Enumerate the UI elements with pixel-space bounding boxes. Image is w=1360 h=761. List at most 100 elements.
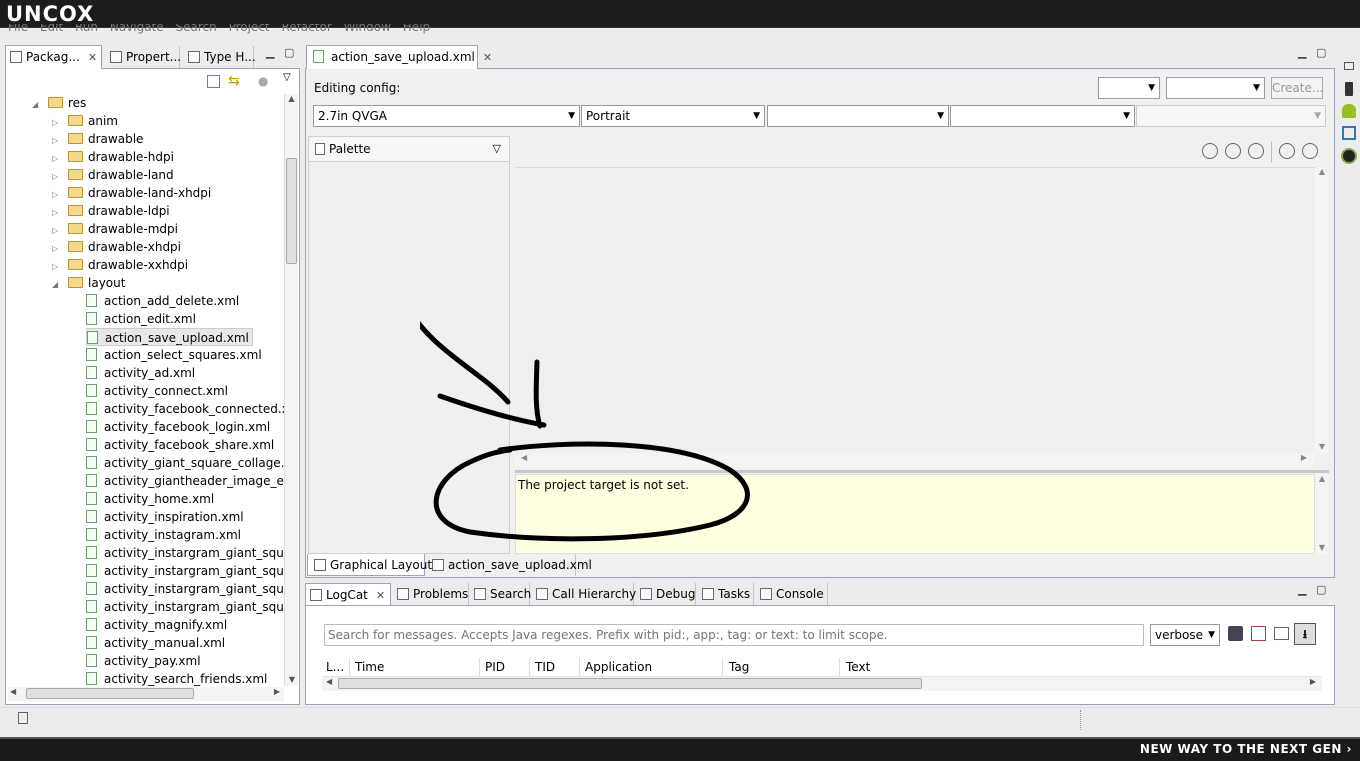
logcat-horizontal-scrollbar[interactable]: ◀ ▶ [322,677,1322,691]
tree-horizontal-scrollbar[interactable]: ◀ ▶ [8,687,284,701]
menu-refactor[interactable]: Refactor [281,24,331,34]
scroll-thumb[interactable] [26,688,194,699]
tree-item-folder[interactable]: ▷ drawable-hdpi [52,148,174,166]
tree-item-file[interactable]: activity_magnify.xml [86,616,227,634]
message-scrollbar[interactable]: ▲ ▼ [1315,474,1329,554]
android-icon[interactable] [1342,104,1356,118]
tree-item-folder[interactable]: ▷ drawable-land [52,166,174,184]
tree-item-res[interactable]: ◢ res [32,94,86,112]
tree-item-file[interactable]: activity_facebook_share.xml [86,436,274,454]
tree-item-file[interactable]: activity_connect.xml [86,382,228,400]
tab-debug[interactable]: Debug [636,583,696,605]
tree-item-file[interactable]: activity_instargram_giant_square. [86,598,284,616]
config-combo-2[interactable]: ▼ [1166,77,1265,99]
tab-type-hierarchy[interactable]: Type H... [182,46,256,68]
tree-item-layout[interactable]: ◢ layout [52,274,125,292]
tab-tasks[interactable]: Tasks [698,583,754,605]
column-tag[interactable]: Tag [729,660,749,674]
tree-item-folder[interactable]: ▷ drawable-xhdpi [52,238,181,256]
zoom-real-size-icon[interactable] [1202,143,1218,159]
layout-canvas[interactable] [515,167,1315,453]
zoom-fit-icon[interactable] [1225,143,1241,159]
tree-item-file[interactable]: activity_instargram_giant_square_ [86,562,284,580]
scroll-down-icon[interactable]: ▼ [1315,543,1329,552]
column-tid[interactable]: TID [535,660,555,674]
menu-navigate[interactable]: Navigate [110,24,164,34]
menu-edit[interactable]: Edit [40,24,63,34]
tab-editor-file[interactable]: action_save_upload.xml ✕ [306,45,492,69]
scroll-up-icon[interactable]: ▲ [285,94,298,103]
minimize-icon[interactable]: ▁ [1298,46,1306,59]
menu-file[interactable]: File [8,24,28,34]
scroll-left-icon[interactable]: ◀ [521,453,527,462]
scroll-thumb[interactable] [286,158,297,264]
tab-call-hierarchy[interactable]: Call Hierarchy [532,583,636,605]
theme-select[interactable]: ▼ [767,105,949,127]
tree-item-folder[interactable]: ▷ drawable-land-xhdpi [52,184,211,202]
tree-item-file[interactable]: action_add_delete.xml [86,292,239,310]
close-icon[interactable]: ✕ [88,51,97,64]
tree-item-file[interactable]: activity_facebook_connected.xml [86,400,284,418]
expanded-arrow-icon[interactable]: ◢ [52,276,62,294]
tree-item-file[interactable]: activity_giantheader_image_editc [86,472,284,490]
scroll-down-icon[interactable]: ▼ [1315,442,1329,451]
ddms-icon[interactable] [1341,148,1357,164]
scroll-up-icon[interactable]: ▲ [1315,167,1329,176]
tab-search[interactable]: Search [470,583,531,605]
column-level[interactable]: L... [326,660,344,674]
canvas-vertical-scrollbar[interactable]: ▲ ▼ [1315,167,1329,453]
tab-xml-source[interactable]: action_save_upload.xml [426,554,592,576]
scroll-lock-icon[interactable]: ⭳ [1294,623,1316,645]
maximize-icon[interactable]: ▢ [284,46,294,59]
menu-help[interactable]: Help [403,24,430,34]
canvas-horizontal-scrollbar[interactable]: ◀ ▶ [515,453,1315,467]
tree-item-folder[interactable]: ▷ drawable-mdpi [52,220,178,238]
scroll-left-icon[interactable]: ◀ [326,677,332,686]
scroll-right-icon[interactable]: ▶ [1310,677,1316,686]
orientation-select[interactable]: Portrait ▼ [581,105,765,127]
menu-search[interactable]: Search [176,24,217,34]
device-icon[interactable] [1345,82,1353,96]
logcat-search-input[interactable] [324,624,1144,646]
close-icon[interactable]: ✕ [483,51,492,64]
tree-item-file[interactable]: activity_instargram_giant_square_ [86,544,284,562]
scroll-right-icon[interactable]: ▶ [1301,453,1307,462]
tree-item-file[interactable]: activity_home.xml [86,490,214,508]
tree-item-file[interactable]: activity_inspiration.xml [86,508,244,526]
toggle-panel-icon[interactable] [1274,627,1289,640]
tree-item-folder[interactable]: ▷ drawable-xxhdpi [52,256,188,274]
activity-select[interactable]: ▼ [950,105,1135,127]
clear-log-icon[interactable] [1251,626,1266,641]
hierarchy-view-icon[interactable] [1342,126,1356,140]
tree-item-folder[interactable]: ▷ drawable-ldpi [52,202,170,220]
tab-properties[interactable]: Propert... [104,46,181,68]
link-editor-icon[interactable]: ⇆ [228,73,240,89]
tree-item-folder[interactable]: ▷ drawable [52,130,143,148]
scroll-down-icon[interactable]: ▼ [285,675,299,684]
tree-item-file[interactable]: activity_search_friends.xml [86,670,267,686]
tree-item-file[interactable]: activity_facebook_login.xml [86,418,270,436]
tab-graphical-layout[interactable]: Graphical Layout [307,554,432,576]
tree-item-file[interactable]: activity_pay.xml [86,652,201,670]
tab-logcat[interactable]: LogCat ✕ [305,583,391,605]
minimize-icon[interactable]: ▁ [266,46,274,59]
column-pid[interactable]: PID [485,660,505,674]
device-select[interactable]: 2.7in QVGA ▼ [313,105,580,127]
view-dropdown-icon[interactable]: ▽ [283,72,291,83]
log-level-select[interactable]: verbose ▼ [1150,624,1220,646]
fast-view-icon[interactable] [18,712,28,724]
save-icon[interactable] [1228,626,1243,641]
column-application[interactable]: Application [585,660,652,674]
tree-item-file[interactable]: activity_instargram_giant_square_ [86,580,284,598]
tree-item-folder[interactable]: ▷ anim [52,112,118,130]
tree-item-file[interactable]: activity_instagram.xml [86,526,241,544]
expanded-arrow-icon[interactable]: ◢ [32,96,42,114]
zoom-100-icon[interactable] [1248,143,1264,159]
tree-vertical-scrollbar[interactable]: ▲ ▼ [284,94,298,686]
zoom-in-icon[interactable] [1302,143,1318,159]
menu-run[interactable]: Run [75,24,98,34]
column-text[interactable]: Text [846,660,870,674]
column-time[interactable]: Time [355,660,384,674]
tree-item-file[interactable]: action_select_squares.xml [86,346,262,364]
maximize-icon[interactable]: ▢ [1316,583,1326,596]
